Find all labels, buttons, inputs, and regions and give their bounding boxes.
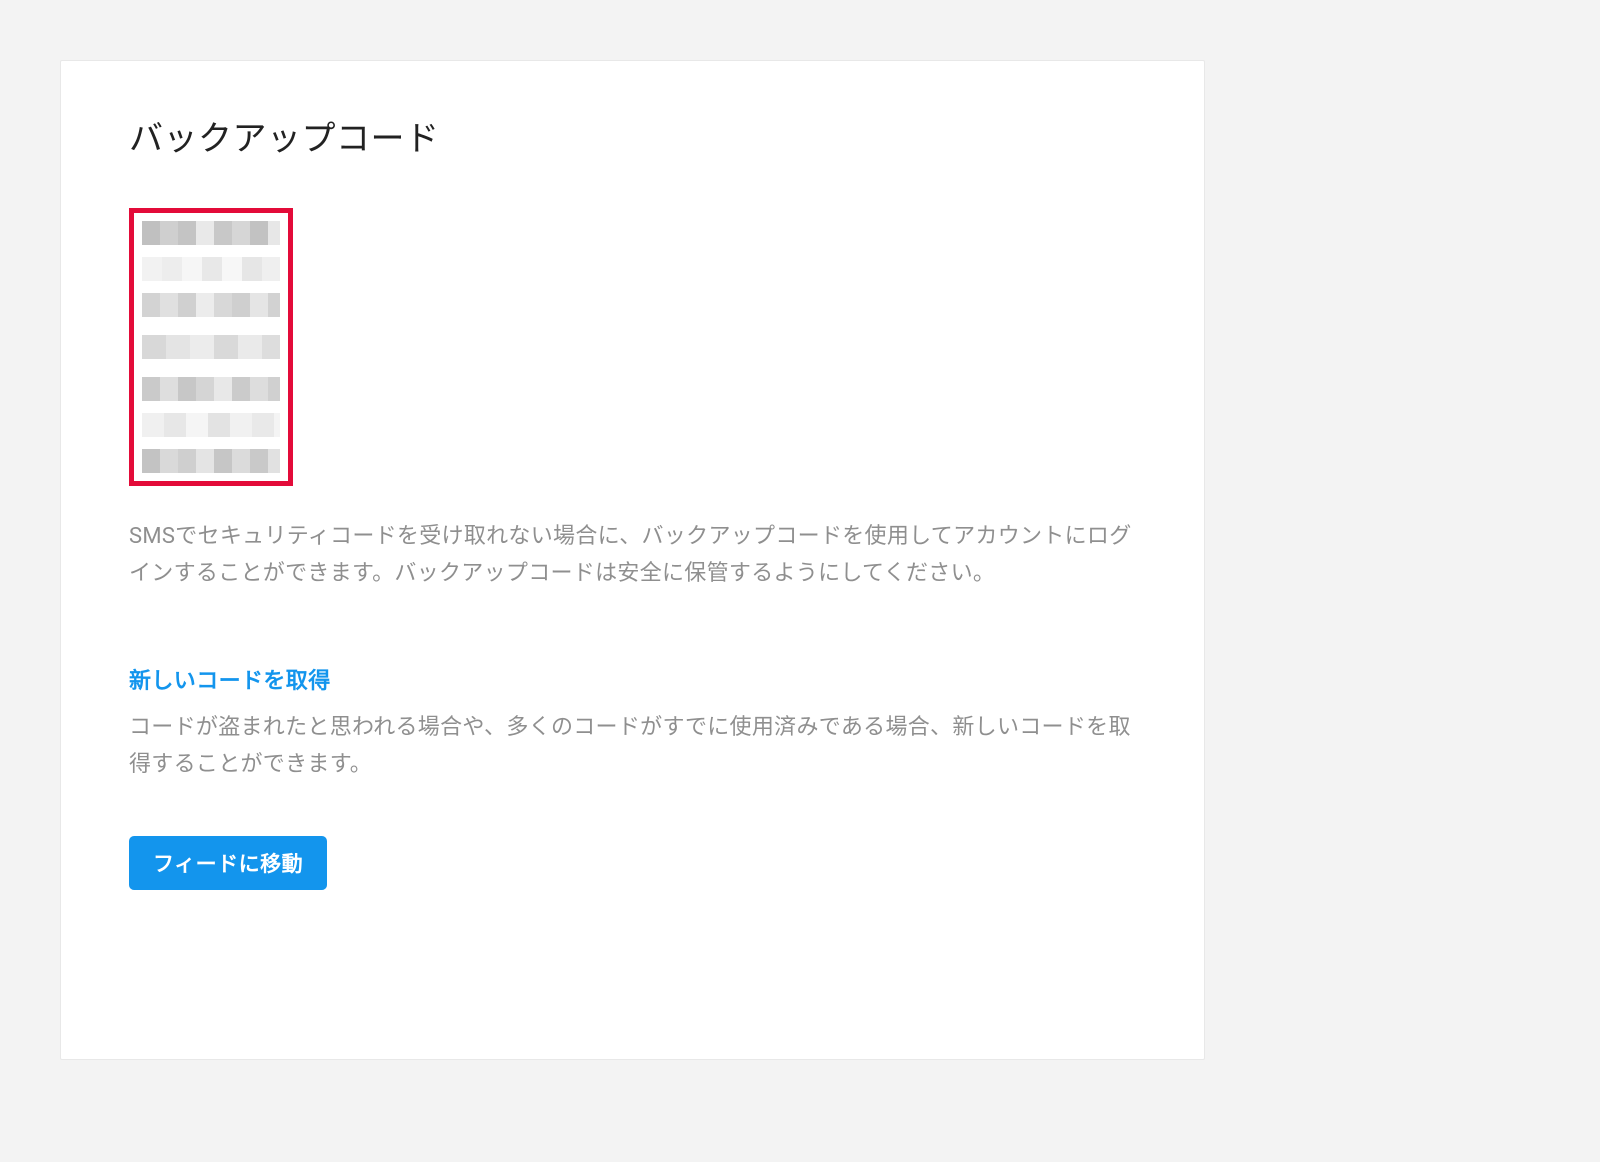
backup-codes-box — [129, 208, 293, 486]
code-group — [142, 377, 280, 473]
code-group — [142, 335, 280, 359]
get-new-codes-text: コードが盗まれたと思われる場合や、多くのコードがすでに使用済みである場合、新しい… — [129, 709, 1136, 784]
code-row-redacted — [142, 221, 280, 245]
code-group — [142, 221, 280, 317]
backup-codes-card: バックアップコード — [60, 60, 1205, 1060]
code-row-redacted — [142, 257, 280, 281]
code-row-redacted — [142, 377, 280, 401]
backup-codes-description: SMSでセキュリティコードを受け取れない場合に、バックアップコードを使用してアカ… — [129, 518, 1136, 593]
code-row-redacted — [142, 449, 280, 473]
page-title: バックアップコード — [129, 111, 1136, 160]
code-row-redacted — [142, 335, 280, 359]
code-row-redacted — [142, 293, 280, 317]
get-new-codes-heading[interactable]: 新しいコードを取得 — [129, 663, 1136, 695]
code-row-redacted — [142, 413, 280, 437]
go-to-feed-button[interactable]: フィードに移動 — [129, 836, 327, 890]
